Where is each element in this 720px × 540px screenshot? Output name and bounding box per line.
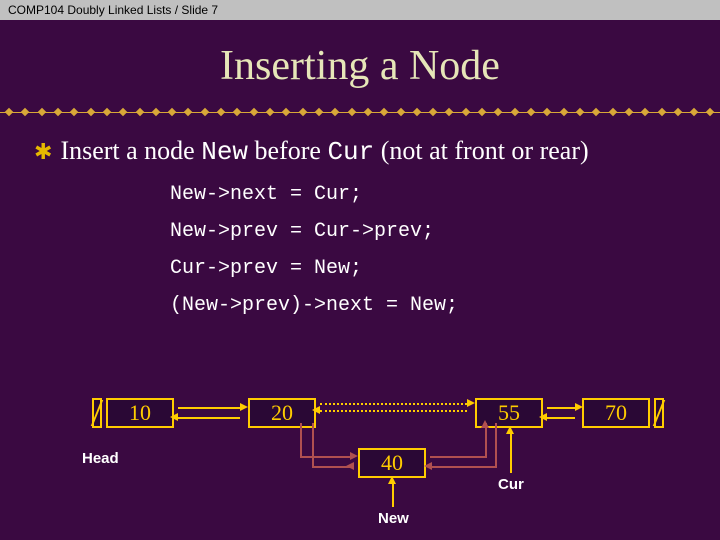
code-line: Cur->prev = New; bbox=[170, 250, 720, 287]
new-pointer-line bbox=[392, 481, 394, 507]
linked-list-diagram: 10 20 55 70 40 Head Cur New bbox=[0, 398, 720, 538]
arrow-prev bbox=[547, 417, 575, 419]
arrow-new-link bbox=[430, 466, 495, 468]
arrow-new-link bbox=[495, 423, 497, 468]
arrow-head-icon bbox=[481, 420, 489, 428]
bullet-prefix: Insert a node bbox=[60, 136, 201, 165]
node-box: 10 bbox=[106, 398, 174, 428]
bullet-suffix: (not at front or rear) bbox=[374, 136, 588, 165]
arrow-head-icon bbox=[506, 426, 514, 434]
code-line: New->prev = Cur->prev; bbox=[170, 213, 720, 250]
keyword-new: New bbox=[201, 137, 248, 167]
arrow-next bbox=[547, 407, 575, 409]
arrow-head-icon bbox=[312, 406, 320, 414]
arrow-head-icon bbox=[467, 399, 475, 407]
arrow-prev bbox=[178, 417, 240, 419]
node-box: 70 bbox=[582, 398, 650, 428]
slide-header: COMP104 Doubly Linked Lists / Slide 7 bbox=[0, 0, 720, 20]
title-divider bbox=[0, 108, 720, 116]
arrow-old-next bbox=[320, 403, 467, 405]
arrow-new-link bbox=[430, 456, 485, 458]
arrow-head-icon bbox=[539, 413, 547, 421]
slide-title: Inserting a Node bbox=[0, 42, 720, 90]
code-block: New->next = Cur; New->prev = Cur->prev; … bbox=[170, 176, 720, 324]
arrow-head-icon bbox=[424, 462, 432, 470]
asterisk-icon: ✱ bbox=[34, 139, 52, 165]
head-label: Head bbox=[82, 450, 119, 467]
arrow-new-link bbox=[300, 423, 302, 458]
arrow-head-icon bbox=[346, 462, 354, 470]
null-marker-right bbox=[654, 398, 664, 428]
cur-pointer-line bbox=[510, 431, 512, 473]
arrow-head-icon bbox=[240, 403, 248, 411]
bullet-item: ✱ Insert a node New before Cur (not at f… bbox=[0, 134, 720, 170]
cur-label: Cur bbox=[498, 476, 524, 493]
keyword-cur: Cur bbox=[327, 137, 374, 167]
arrow-new-link bbox=[485, 423, 487, 458]
code-line: (New->prev)->next = New; bbox=[170, 287, 720, 324]
new-label: New bbox=[378, 510, 409, 527]
arrow-next bbox=[178, 407, 240, 409]
arrow-new-link bbox=[300, 456, 350, 458]
null-marker-left bbox=[92, 398, 102, 428]
node-box: 20 bbox=[248, 398, 316, 428]
bullet-text: Insert a node New before Cur (not at fro… bbox=[60, 134, 588, 170]
bullet-mid: before bbox=[248, 136, 327, 165]
arrow-head-icon bbox=[350, 452, 358, 460]
arrow-new-link bbox=[312, 423, 314, 468]
code-line: New->next = Cur; bbox=[170, 176, 720, 213]
arrow-old-prev bbox=[320, 410, 467, 412]
new-node-box: 40 bbox=[358, 448, 426, 478]
arrow-head-icon bbox=[388, 476, 396, 484]
arrow-head-icon bbox=[575, 403, 583, 411]
arrow-head-icon bbox=[170, 413, 178, 421]
